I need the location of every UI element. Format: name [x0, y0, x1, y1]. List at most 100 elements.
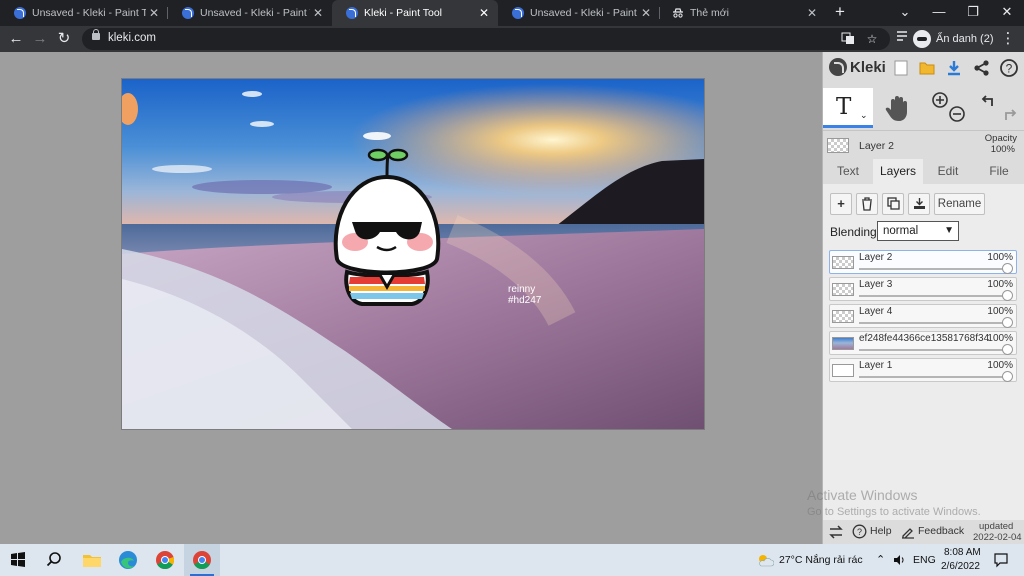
layer-row[interactable]: ef248fe44366ce13581768f34 100%	[829, 331, 1017, 355]
incognito-profile-button[interactable]: Ẩn danh (2)	[913, 29, 993, 49]
weather-text[interactable]: 27°C Nắng rải rác	[779, 554, 863, 566]
search-icon[interactable]	[42, 548, 66, 572]
layer-opacity: 100%	[987, 333, 1013, 344]
drawing-canvas[interactable]: reinny #hd247	[122, 79, 704, 429]
activate-windows-title: Activate Windows	[807, 487, 918, 503]
browser-tab-active[interactable]: Kleki - Paint Tool ✕	[332, 0, 498, 26]
layer-opacity-handle[interactable]	[1002, 344, 1013, 355]
tab-title: Thẻ mới	[690, 7, 729, 19]
browser-tab-strip: Unsaved - Kleki - Paint Tool ✕ Unsaved -…	[0, 0, 1024, 26]
open-folder-icon[interactable]	[917, 58, 937, 78]
layer-opacity-handle[interactable]	[1002, 317, 1013, 328]
layer-opacity-slider[interactable]	[859, 268, 1008, 270]
kleki-favicon-icon	[346, 7, 358, 19]
blending-select[interactable]: normal ▼	[877, 221, 959, 241]
restore-button[interactable]: ❐	[956, 0, 990, 26]
text-tool-button[interactable]: T ⌄	[823, 88, 873, 128]
merge-layer-button[interactable]	[908, 193, 930, 215]
tab-text[interactable]: Text	[823, 159, 873, 184]
layer-opacity-handle[interactable]	[1002, 290, 1013, 301]
layer-row[interactable]: Layer 3 100%	[829, 277, 1017, 301]
opacity-value: 100%	[990, 144, 1015, 155]
windows-taskbar: 27°C Nắng rải rác ⌃ ENG 8:08 AM 2/6/2022	[0, 544, 1024, 576]
layer-row[interactable]: Layer 1 100%	[829, 358, 1017, 382]
file-explorer-icon[interactable]	[80, 548, 104, 572]
layers-panel: + Rename Blending normal ▼ Layer 2 100% …	[807, 184, 1024, 524]
canvas-workspace[interactable]: reinny #hd247	[0, 52, 822, 544]
add-layer-button[interactable]: +	[830, 193, 852, 215]
minimize-button[interactable]: —	[922, 0, 956, 26]
help-circle-icon: ?	[852, 524, 867, 539]
tab-search-button[interactable]: ⌄	[888, 0, 922, 26]
panel-tabs: Text Layers Edit File	[823, 159, 1024, 184]
translate-icon[interactable]	[840, 31, 856, 47]
reload-icon[interactable]: ↻	[54, 29, 74, 49]
chrome-incognito-taskbar-button[interactable]	[184, 544, 220, 576]
notification-icon[interactable]	[993, 552, 1009, 568]
duplicate-layer-button[interactable]	[882, 193, 904, 215]
kleki-favicon-icon	[512, 7, 524, 19]
updated-label: updated	[979, 521, 1014, 532]
forward-arrow-icon[interactable]: →	[30, 29, 50, 49]
edge-icon[interactable]	[116, 548, 140, 572]
app-name: Kleki	[850, 59, 886, 76]
browser-tab[interactable]: Unsaved - Kleki - Paint Tool ✕	[168, 0, 332, 26]
undo-redo-icon[interactable]	[980, 90, 1020, 126]
tab-title: Unsaved - Kleki - Paint Tool	[200, 7, 310, 19]
tab-close-icon[interactable]: ✕	[146, 6, 162, 20]
volume-icon[interactable]	[892, 553, 906, 567]
tab-close-icon[interactable]: ✕	[310, 6, 326, 20]
reading-list-icon[interactable]	[892, 29, 912, 49]
layer-row[interactable]: Layer 4 100%	[829, 304, 1017, 328]
weather-sun-cloud-icon	[759, 555, 774, 567]
tab-close-icon[interactable]: ✕	[638, 6, 654, 20]
rename-layer-button[interactable]: Rename	[934, 193, 985, 215]
browser-menu-icon[interactable]: ⋮	[998, 29, 1018, 49]
hand-tool-icon[interactable]	[885, 94, 911, 122]
tab-close-icon[interactable]: ✕	[804, 6, 820, 20]
kleki-header: Kleki ?	[823, 52, 1024, 86]
download-icon[interactable]	[944, 58, 964, 78]
lock-icon	[92, 29, 100, 40]
layer-row[interactable]: Layer 2 100%	[829, 250, 1017, 274]
share-icon[interactable]	[972, 58, 992, 78]
layer-opacity-slider[interactable]	[859, 349, 1008, 351]
zoom-in-out-icon[interactable]	[930, 90, 970, 126]
tab-edit[interactable]: Edit	[923, 159, 973, 184]
help-icon[interactable]: ?	[999, 58, 1019, 78]
new-tab-button[interactable]: +	[830, 2, 850, 22]
new-image-icon[interactable]	[891, 58, 911, 78]
close-window-button[interactable]: ✕	[990, 0, 1024, 26]
layer-opacity-handle[interactable]	[1002, 371, 1013, 382]
tool-dropdown-icon[interactable]: ⌄	[860, 110, 868, 121]
address-bar[interactable]: kleki.com ☆	[82, 28, 890, 50]
swap-icon[interactable]	[828, 524, 844, 540]
bookmark-star-icon[interactable]: ☆	[864, 31, 880, 47]
profile-label: Ẩn danh (2)	[936, 33, 994, 45]
tool-row: T ⌄	[823, 86, 1024, 129]
layer-opacity-handle[interactable]	[1002, 263, 1013, 274]
tab-layers[interactable]: Layers	[873, 159, 923, 184]
layer-opacity-slider[interactable]	[859, 376, 1008, 378]
tray-chevron-icon[interactable]: ⌃	[876, 553, 885, 566]
help-link[interactable]: Help	[870, 525, 892, 537]
browser-tab[interactable]: Unsaved - Kleki - Paint Tool ✕	[498, 0, 660, 26]
tab-title: Kleki - Paint Tool	[364, 7, 443, 19]
kleki-panel: Kleki ? T ⌄ Layer 2 Opacity 100% Text La…	[807, 52, 1024, 544]
browser-tab[interactable]: Unsaved - Kleki - Paint Tool ✕	[0, 0, 168, 26]
language-indicator[interactable]: ENG	[913, 554, 936, 566]
layer-opacity-slider[interactable]	[859, 295, 1008, 297]
windows-start-icon[interactable]	[6, 548, 30, 572]
back-arrow-icon[interactable]: ←	[6, 29, 26, 49]
browser-tab[interactable]: Thẻ mới ✕	[660, 0, 826, 26]
activate-windows-subtitle: Go to Settings to activate Windows.	[807, 506, 981, 518]
feedback-link[interactable]: Feedback	[918, 525, 964, 537]
delete-layer-button[interactable]	[856, 193, 878, 215]
clock-date[interactable]: 2/6/2022	[941, 561, 980, 572]
tab-close-icon[interactable]: ✕	[476, 6, 492, 20]
chrome-icon[interactable]	[153, 548, 177, 572]
layer-thumbnail	[832, 337, 854, 350]
layer-opacity-slider[interactable]	[859, 322, 1008, 324]
tab-file[interactable]: File	[973, 159, 1024, 184]
clock-time[interactable]: 8:08 AM	[944, 547, 981, 558]
